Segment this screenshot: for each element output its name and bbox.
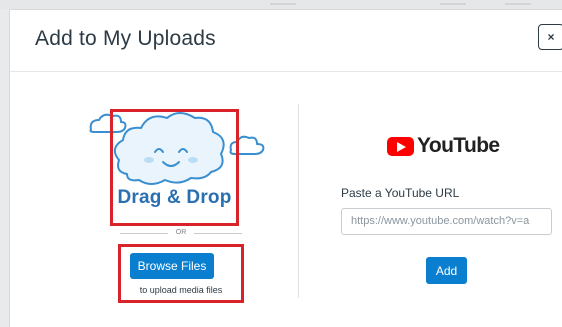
or-separator: OR xyxy=(120,227,242,239)
youtube-url-label: Paste a YouTube URL xyxy=(341,186,460,200)
dialog-title: Add to My Uploads xyxy=(35,27,216,50)
separator-line xyxy=(120,233,168,234)
background-strip xyxy=(0,0,562,9)
upload-dialog: Add to My Uploads × Drag & Drop OR Brows… xyxy=(9,9,562,327)
close-icon: × xyxy=(547,30,555,44)
background-mark xyxy=(440,3,466,5)
youtube-play-icon xyxy=(387,136,414,156)
background-mark xyxy=(505,3,531,5)
drag-drop-label: Drag & Drop xyxy=(117,187,232,208)
close-button[interactable]: × xyxy=(538,24,562,50)
browse-hint: to upload media files xyxy=(139,285,223,295)
browse-files-button[interactable]: Browse Files xyxy=(130,253,214,279)
column-divider xyxy=(298,104,299,298)
background-mark xyxy=(270,3,296,5)
dialog-header: Add to My Uploads × xyxy=(10,10,562,72)
youtube-logo: YouTube xyxy=(387,134,500,158)
youtube-url-input[interactable]: https://www.youtube.com/watch?v=a xyxy=(341,208,552,235)
or-label: OR xyxy=(175,229,187,236)
separator-line xyxy=(194,233,242,234)
add-button[interactable]: Add xyxy=(426,257,467,284)
youtube-wordmark: YouTube xyxy=(417,134,500,157)
